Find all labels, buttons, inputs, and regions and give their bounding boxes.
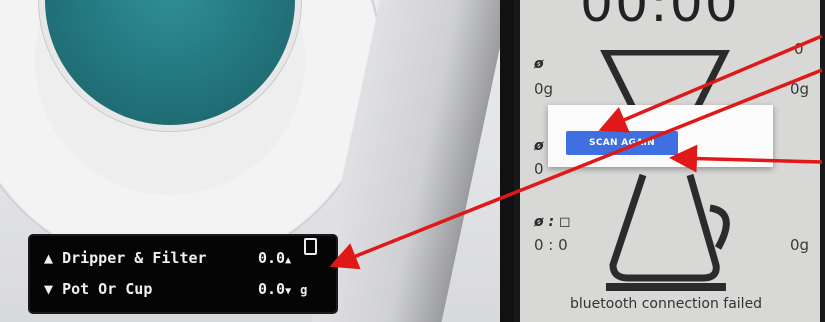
cup-ratio-icon: ø : ◻ [534, 214, 571, 230]
oled-row-dripper: ▲ Dripper & Filter [44, 249, 207, 267]
phone-photo: 00:00 ø 0g 0g 0 ø 0 ø : ◻ 0 : 0 0g SCAN … [514, 0, 825, 322]
unit-label: g [300, 283, 308, 297]
cup-weight-label: 0g [790, 236, 810, 254]
mid-left-label: 0 [534, 160, 544, 178]
pot-icon [606, 173, 730, 291]
cup-ratio-label: 0 : 0 [534, 236, 568, 254]
small-down-icon: ▼ [285, 286, 292, 297]
battery-icon [304, 238, 317, 255]
dripper-weight: 0.0 [258, 249, 286, 267]
dripper-label: Dripper & Filter [62, 249, 207, 267]
timer-display: 00:00 [580, 0, 740, 34]
scale-photo: ▲ Dripper & Filter 0.0▲ ▼ Pot Or Cup 0.0… [0, 0, 500, 322]
dripper-weight-label: 0g [534, 80, 554, 98]
cup-value: 0.0▼ g [258, 280, 307, 298]
top-right-label: 0 [794, 40, 804, 58]
oled-display: ▲ Dripper & Filter 0.0▲ ▼ Pot Or Cup 0.0… [30, 236, 336, 312]
app-screen: 00:00 ø 0g 0g 0 ø 0 ø : ◻ 0 : 0 0g SCAN … [520, 0, 820, 322]
down-arrow-icon: ▼ [44, 280, 54, 298]
scan-again-button[interactable]: SCAN AGAIN [566, 131, 678, 155]
dripper-right-label: 0g [790, 80, 810, 98]
oled-row-cup: ▼ Pot Or Cup [44, 280, 152, 298]
panel-divider [500, 0, 514, 322]
small-up-icon: ▲ [285, 255, 292, 266]
cup-weight: 0.0 [258, 280, 286, 298]
mid-weight-icon: ø [534, 138, 544, 154]
connection-dialog: SCAN AGAIN [548, 105, 773, 167]
dripper-value: 0.0▲ [258, 249, 291, 267]
up-arrow-icon: ▲ [44, 249, 54, 267]
dripper-weight-icon: ø [534, 56, 544, 72]
cup-label: Pot Or Cup [62, 280, 153, 298]
status-message: bluetooth connection failed [570, 296, 763, 312]
